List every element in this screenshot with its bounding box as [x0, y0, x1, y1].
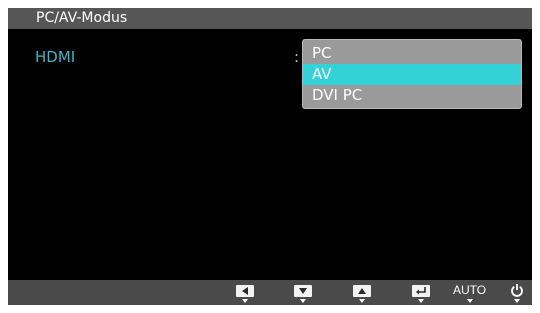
- auto-button[interactable]: AUTO: [453, 280, 487, 305]
- option-label: DVI PC: [312, 86, 363, 104]
- left-button[interactable]: [236, 280, 254, 305]
- option-dvi-pc[interactable]: DVI PC: [303, 85, 521, 106]
- power-icon: [511, 284, 523, 297]
- up-arrow-icon: [353, 285, 371, 297]
- option-label: PC: [312, 44, 332, 62]
- power-button[interactable]: [510, 280, 524, 305]
- option-av[interactable]: AV: [303, 64, 521, 85]
- control-bar: AUTO: [8, 280, 532, 305]
- enter-button[interactable]: [412, 280, 430, 305]
- osd-menu: PC/AV-Modus HDMI : PC AV DVI PC AUTO: [8, 8, 532, 305]
- page-title: PC/AV-Modus: [36, 10, 128, 26]
- enter-icon: [412, 285, 430, 297]
- down-pointer-icon: [418, 299, 424, 303]
- down-pointer-icon: [359, 299, 365, 303]
- down-pointer-icon: [467, 299, 473, 303]
- down-pointer-icon: [242, 299, 248, 303]
- mode-dropdown[interactable]: PC AV DVI PC: [302, 39, 522, 109]
- down-arrow-icon: [294, 285, 312, 297]
- left-arrow-icon: [236, 285, 254, 297]
- down-pointer-icon: [514, 299, 520, 303]
- up-button[interactable]: [353, 280, 371, 305]
- down-button[interactable]: [294, 280, 312, 305]
- title-bar: PC/AV-Modus: [8, 8, 532, 29]
- option-pc[interactable]: PC: [303, 43, 521, 64]
- label-separator: :: [294, 48, 300, 66]
- setting-label-hdmi: HDMI: [35, 48, 76, 66]
- down-pointer-icon: [300, 299, 306, 303]
- option-label: AV: [312, 65, 332, 83]
- auto-label: AUTO: [453, 283, 487, 297]
